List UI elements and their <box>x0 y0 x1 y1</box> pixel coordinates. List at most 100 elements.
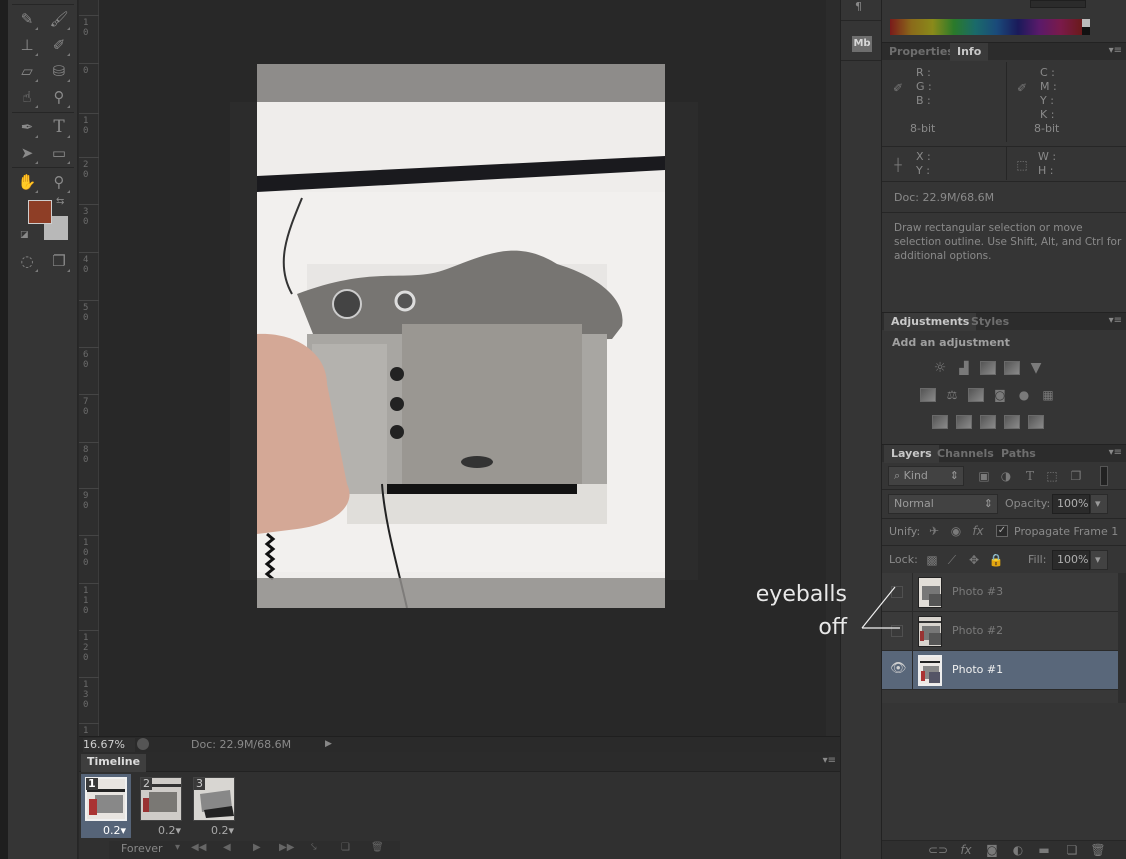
filter-type-icon[interactable]: T <box>1022 469 1038 483</box>
fill-field[interactable]: 100% <box>1052 550 1090 570</box>
status-info-icon[interactable] <box>137 738 149 750</box>
selective-color-icon[interactable] <box>1004 415 1020 429</box>
tab-channels[interactable]: Channels <box>930 445 1001 463</box>
spot-healing-brush-icon[interactable]: ✎ <box>16 8 38 30</box>
history-brush-icon[interactable]: ✐ <box>48 34 70 56</box>
foreground-color-swatch[interactable] <box>28 200 52 224</box>
brightness-contrast-icon[interactable]: ☼ <box>932 361 948 375</box>
white-swatch[interactable] <box>1082 19 1090 27</box>
fill-dropdown[interactable]: ▾ <box>1090 550 1108 570</box>
document-photo[interactable] <box>257 64 665 608</box>
lock-image-icon[interactable]: ⟋ <box>944 553 960 567</box>
posterize-icon[interactable] <box>956 415 972 429</box>
black-white-icon[interactable] <box>968 388 984 402</box>
prev-frame-button[interactable]: ◀ <box>223 842 231 853</box>
layer-filter-select[interactable]: ⌕ Kind ⇕ <box>888 466 964 486</box>
first-frame-button[interactable]: ◀◀ <box>191 842 206 853</box>
lock-transparent-icon[interactable]: ▩ <box>924 553 940 567</box>
eye-icon[interactable]: 👁 <box>890 661 907 676</box>
unify-position-icon[interactable]: ✈ <box>926 524 942 538</box>
invert-icon[interactable] <box>932 415 948 429</box>
swap-colors-icon[interactable]: ⇆ <box>56 196 64 207</box>
opacity-field[interactable]: 100% <box>1052 494 1090 514</box>
panel-menu-icon[interactable]: ▾≡ <box>1109 45 1122 56</box>
panel-menu-icon[interactable]: ▾≡ <box>1109 315 1122 326</box>
propagate-checkbox[interactable]: ✓ <box>996 525 1008 537</box>
timeline-frame[interactable]: 1 0.2▾ <box>81 774 131 838</box>
layers-scrollbar[interactable] <box>1118 573 1126 703</box>
levels-icon[interactable]: ▟ <box>956 361 972 375</box>
filter-shape-icon[interactable]: ⬚ <box>1044 469 1060 483</box>
canvas-area[interactable] <box>100 0 826 736</box>
zoom-icon[interactable]: ⚲ <box>48 171 70 193</box>
lock-all-icon[interactable]: 🔒 <box>988 553 1004 567</box>
delete-frame-button[interactable]: 🗑 <box>371 842 384 853</box>
mini-bridge-icon[interactable]: Mb <box>852 36 872 52</box>
eraser-icon[interactable]: ▱ <box>16 60 38 82</box>
exposure-icon[interactable] <box>1004 361 1020 375</box>
color-value-field[interactable] <box>1030 0 1086 8</box>
tab-timeline[interactable]: Timeline <box>81 754 147 772</box>
filter-toggle[interactable] <box>1100 466 1108 486</box>
tab-adjustments[interactable]: Adjustments <box>884 313 977 331</box>
new-layer-icon[interactable]: ❏ <box>1064 843 1080 857</box>
tween-button[interactable]: ⤥ <box>311 842 317 853</box>
timeline-menu-icon[interactable]: ▾≡ <box>823 755 836 766</box>
threshold-icon[interactable] <box>980 415 996 429</box>
frame-duration[interactable]: 0.2▾ <box>103 824 126 837</box>
tab-info[interactable]: Info <box>950 43 989 61</box>
add-mask-icon[interactable]: ◙ <box>984 843 1000 857</box>
zoom-level-field[interactable]: 16.67% <box>83 738 135 752</box>
unify-visibility-icon[interactable]: ◉ <box>948 524 964 538</box>
tab-styles[interactable]: Styles <box>964 313 1016 331</box>
play-button[interactable]: ▶ <box>253 842 261 853</box>
loop-select[interactable]: Forever <box>121 842 163 855</box>
screen-mode-icon[interactable]: ❐ <box>48 250 70 272</box>
color-lookup-icon[interactable]: ▦ <box>1040 388 1056 402</box>
layer-row[interactable]: Photo #2 <box>882 612 1118 651</box>
default-colors-icon[interactable]: ◪ <box>20 230 29 240</box>
lock-position-icon[interactable]: ✥ <box>966 553 982 567</box>
gradient-map-icon[interactable] <box>1028 415 1044 429</box>
dodge-icon[interactable]: ⚲ <box>48 86 70 108</box>
path-selection-icon[interactable]: ➤ <box>16 142 38 164</box>
unify-style-icon[interactable]: fx <box>970 524 986 538</box>
layer-row-selected[interactable]: 👁 Photo #1 <box>882 651 1118 690</box>
fx-icon[interactable]: fx <box>958 843 974 857</box>
filter-pixel-icon[interactable]: ▣ <box>976 469 992 483</box>
curves-icon[interactable] <box>980 361 996 375</box>
status-menu-arrow-icon[interactable]: ▶ <box>325 739 332 749</box>
type-icon[interactable]: T <box>48 116 70 138</box>
layer-row[interactable]: Photo #3 <box>882 573 1118 612</box>
channel-mixer-icon[interactable]: ● <box>1016 388 1032 402</box>
delete-layer-icon[interactable]: 🗑 <box>1090 843 1106 857</box>
black-swatch[interactable] <box>1082 27 1090 35</box>
photo-filter-icon[interactable]: ◙ <box>992 388 1008 402</box>
panel-menu-icon[interactable]: ▾≡ <box>1109 447 1122 458</box>
tab-paths[interactable]: Paths <box>994 445 1043 463</box>
color-balance-icon[interactable]: ⚖ <box>944 388 960 402</box>
new-adjustment-icon[interactable]: ◐ <box>1010 843 1026 857</box>
opacity-dropdown[interactable]: ▾ <box>1090 494 1108 514</box>
clone-stamp-icon[interactable]: ⊥ <box>16 34 38 56</box>
new-group-icon[interactable]: ▬ <box>1036 843 1052 857</box>
blur-icon[interactable]: ☝ <box>16 86 38 108</box>
color-spectrum[interactable] <box>890 19 1082 35</box>
timeline-frame[interactable]: 2 0.2▾ <box>136 774 186 838</box>
vibrance-icon[interactable]: ▼ <box>1028 361 1044 375</box>
frame-duration[interactable]: 0.2▾ <box>158 824 181 837</box>
paint-bucket-icon[interactable]: ⛁ <box>48 60 70 82</box>
pen-icon[interactable]: ✒ <box>16 116 38 138</box>
frame-duration[interactable]: 0.2▾ <box>211 824 234 837</box>
rectangle-icon[interactable]: ▭ <box>48 142 70 164</box>
brush-icon[interactable]: 🖌 <box>48 8 70 30</box>
quick-mask-icon[interactable]: ◌ <box>16 250 38 272</box>
filter-adjustment-icon[interactable]: ◑ <box>998 469 1014 483</box>
next-frame-button[interactable]: ▶▶ <box>279 842 294 853</box>
loop-dropdown-icon[interactable]: ▾ <box>175 842 180 853</box>
timeline-frame[interactable]: 3 0.2▾ <box>189 774 239 838</box>
duplicate-frame-button[interactable]: ❏ <box>341 842 350 853</box>
hue-saturation-icon[interactable] <box>920 388 936 402</box>
hand-icon[interactable]: ✋ <box>16 171 38 193</box>
filter-smart-object-icon[interactable]: ❐ <box>1068 469 1084 483</box>
